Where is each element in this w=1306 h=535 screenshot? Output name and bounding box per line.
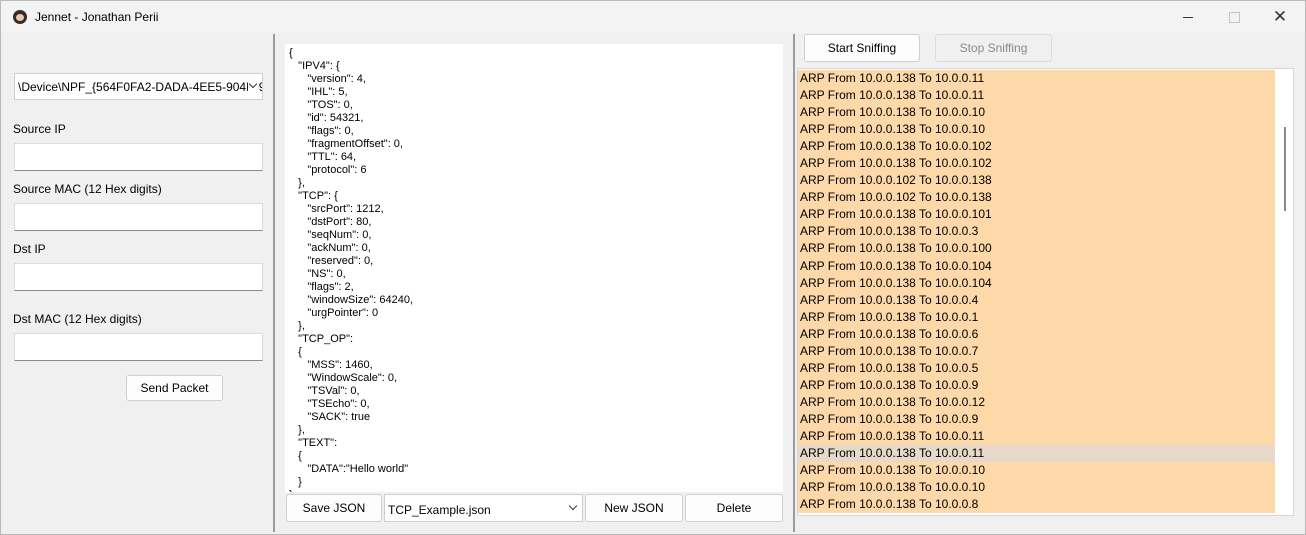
source-ip-field[interactable] [14, 143, 263, 171]
packet-row[interactable]: ARP From 10.0.0.138 To 10.0.0.12 [798, 393, 1275, 411]
packet-row[interactable]: ARP From 10.0.0.138 To 10.0.0.11 [798, 87, 1275, 105]
packet-row[interactable]: ARP From 10.0.0.138 To 10.0.0.11 [798, 427, 1275, 446]
packet-row[interactable]: ARP From 10.0.0.138 To 10.0.0.3 [798, 223, 1275, 241]
source-ip-label: Source IP [13, 122, 66, 136]
packet-row[interactable]: ARP From 10.0.0.138 To 10.0.0.1 [798, 308, 1275, 326]
packet-row[interactable]: ARP From 10.0.0.138 To 10.0.0.102 [798, 155, 1275, 173]
device-select-value: \Device\NPF_{564F0FA2-DADA-4EE5-904D-955 [18, 80, 263, 94]
packet-row[interactable]: ARP From 10.0.0.138 To 10.0.0.10 [798, 462, 1275, 480]
dst-mac-label: Dst MAC (12 Hex digits) [13, 312, 142, 326]
app-window: Jennet - Jonathan Perii ✕ \Device\NPF_{5… [0, 0, 1306, 535]
json-editor[interactable]: { "IPV4": { "version": 4, "IHL": 5, "TOS… [285, 44, 783, 492]
dst-ip-field[interactable] [14, 263, 263, 291]
minimize-button[interactable] [1165, 1, 1211, 33]
packet-sender-panel: \Device\NPF_{564F0FA2-DADA-4EE5-904D-955… [5, 34, 271, 532]
packet-row[interactable]: ARP From 10.0.0.138 To 10.0.0.5 [798, 359, 1275, 377]
dst-mac-field[interactable] [14, 333, 263, 361]
sniffer-panel: Start Sniffing Stop Sniffing ARP From 10… [797, 34, 1305, 532]
packet-row[interactable]: ARP From 10.0.0.138 To 10.0.0.4 [798, 291, 1275, 309]
packet-row[interactable]: ARP From 10.0.0.138 To 10.0.0.10 [798, 104, 1275, 122]
close-icon: ✕ [1272, 7, 1288, 26]
title-bar: Jennet - Jonathan Perii ✕ [1, 1, 1305, 33]
panel-divider-left[interactable] [273, 34, 275, 532]
packet-row[interactable]: ARP From 10.0.0.102 To 10.0.0.138 [798, 172, 1275, 190]
packet-row[interactable]: ARP From 10.0.0.138 To 10.0.0.100 [798, 240, 1275, 258]
packet-list-rows: ARP From 10.0.0.138 To 10.0.0.11 ARP From… [798, 70, 1275, 514]
new-json-button[interactable]: New JSON [585, 494, 683, 522]
packet-list[interactable]: ARP From 10.0.0.138 To 10.0.0.11 ARP From… [797, 68, 1294, 516]
minimize-icon [1183, 16, 1193, 18]
packet-row[interactable]: ARP From 10.0.0.102 To 10.0.0.138 [798, 189, 1275, 207]
scrollbar-thumb[interactable] [1284, 127, 1286, 211]
json-editor-panel: { "IPV4": { "version": 4, "IHL": 5, "TOS… [277, 34, 791, 532]
close-button[interactable]: ✕ [1257, 1, 1303, 33]
dst-ip-label: Dst IP [13, 242, 46, 256]
packet-row[interactable]: ARP From 10.0.0.138 To 10.0.0.102 [798, 138, 1275, 156]
chevron-down-icon [568, 503, 578, 513]
avatar-icon [13, 10, 27, 24]
stop-sniffing-button[interactable]: Stop Sniffing [935, 34, 1052, 62]
json-file-select[interactable]: TCP_Example.json [384, 494, 583, 522]
json-file-select-value: TCP_Example.json [388, 503, 491, 517]
source-mac-field[interactable] [14, 203, 263, 231]
panel-divider-right[interactable] [793, 34, 795, 532]
packet-row[interactable]: ARP From 10.0.0.138 To 10.0.0.104 [798, 257, 1275, 275]
start-sniffing-button[interactable]: Start Sniffing [804, 34, 920, 62]
packet-row[interactable]: ARP From 10.0.0.138 To 10.0.0.101 [798, 206, 1275, 224]
packet-row[interactable]: ARP From 10.0.0.138 To 10.0.0.6 [798, 325, 1275, 343]
save-json-button[interactable]: Save JSON [286, 494, 382, 522]
packet-row[interactable]: ARP From 10.0.0.138 To 10.0.0.7 [798, 342, 1275, 360]
window-title: Jennet - Jonathan Perii [35, 10, 159, 24]
packet-row[interactable]: ARP From 10.0.0.138 To 10.0.0.8 [798, 496, 1275, 514]
source-mac-label: Source MAC (12 Hex digits) [13, 182, 162, 196]
packet-row[interactable]: ARP From 10.0.0.138 To 10.0.0.9 [798, 410, 1275, 428]
packet-row[interactable]: ARP From 10.0.0.138 To 10.0.0.9 [798, 376, 1275, 394]
delete-button[interactable]: Delete [685, 494, 783, 522]
maximize-icon [1228, 11, 1240, 23]
chevron-down-icon [248, 81, 258, 91]
maximize-button[interactable] [1211, 1, 1257, 33]
packet-row[interactable]: ARP From 10.0.0.138 To 10.0.0.10 [798, 479, 1275, 497]
packet-row[interactable]: ARP From 10.0.0.138 To 10.0.0.104 [798, 274, 1275, 292]
json-text: { "IPV4": { "version": 4, "IHL": 5, "TOS… [289, 47, 413, 492]
packet-row[interactable]: ARP From 10.0.0.138 To 10.0.0.11 [798, 445, 1275, 463]
device-select[interactable]: \Device\NPF_{564F0FA2-DADA-4EE5-904D-955 [14, 73, 263, 100]
packet-row[interactable]: ARP From 10.0.0.138 To 10.0.0.10 [798, 121, 1275, 139]
send-packet-button[interactable]: Send Packet [126, 375, 223, 401]
packet-row[interactable]: ARP From 10.0.0.138 To 10.0.0.11 [798, 70, 1275, 88]
